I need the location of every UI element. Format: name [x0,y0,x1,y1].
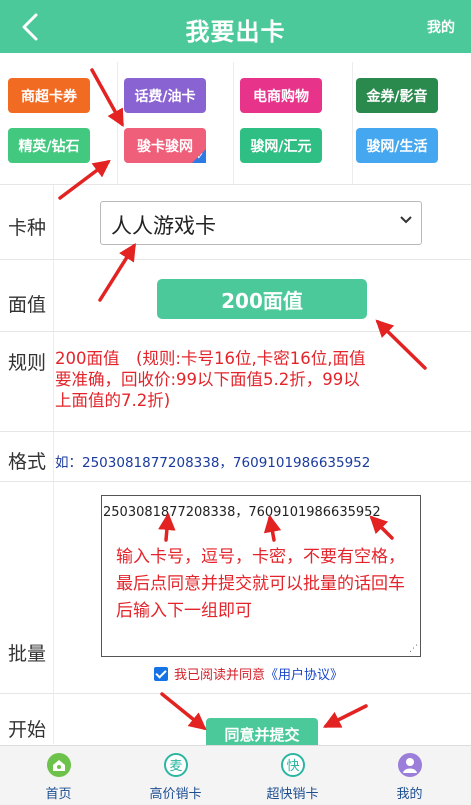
category-label: 商超卡券 [21,88,77,105]
card-type-label: 卡种 [8,217,47,239]
category-label: 骏网/汇元 [250,138,312,155]
format-example: 如：2503081877208338，7609101986635952 [55,455,371,471]
tab-fast-sell[interactable]: 快 超快销卡 [234,746,351,805]
category-label: 电商购物 [253,88,309,105]
category-button[interactable]: 骏网/汇元 [240,128,322,163]
batch-value: 2503081877208338，7609101986635952 [103,505,381,520]
start-label: 开始 [8,719,47,741]
tab-label: 高价销卡 [149,787,202,802]
tab-label: 首页 [45,787,72,802]
resize-grip-icon[interactable]: ⋰ [409,644,418,654]
bottom-nav: 首页 麦 高价销卡 快 超快销卡 我的 [0,745,471,805]
agree-text: 我已阅读并同意 [174,668,266,683]
tab-high-price[interactable]: 麦 高价销卡 [117,746,234,805]
home-icon [47,753,71,777]
category-label: 骏卡骏网 [137,138,193,155]
batch-textarea[interactable]: 2503081877208338，7609101986635952 输入卡号，逗… [101,495,421,657]
agree-checkbox[interactable] [154,666,168,681]
category-button[interactable]: 精英/钻石 [8,128,90,163]
fast-icon: 快 [281,753,305,777]
rule-text: 200面值 (规则:卡号16位,卡密16位,面值要准确，回收价:99以下面值5.… [55,349,366,410]
face-value-button[interactable]: 200面值 [157,279,367,319]
top-bar: 我要出卡 我的 [0,0,471,53]
category-button[interactable]: 商超卡券 [8,78,90,113]
category-button[interactable]: 话费/油卡 [124,78,206,113]
face-label: 面值 [8,294,47,316]
tab-label: 我的 [396,787,423,802]
category-button[interactable]: 电商购物 [240,78,322,113]
chevron-down-icon [400,216,412,224]
rule-label: 规则 [8,352,47,374]
category-label: 金券/影音 [366,88,428,105]
user-agreement-link[interactable]: 《用户协议》 [265,664,343,683]
agreement[interactable]: 我已阅读并同意 《用户协议》 [154,664,343,683]
svg-text:快: 快 [286,759,299,774]
batch-label: 批量 [8,643,47,665]
category-button[interactable]: 骏网/生活 [356,128,438,163]
page: 我要出卡 我的 商超卡券 话费/油卡 电商购物 金券/影音 精英/钻石 骏卡骏网… [0,0,471,805]
category-button[interactable]: 金券/影音 [356,78,438,113]
batch-hint: 输入卡号，逗号，卡密，不要有空格，最后点同意并提交就可以批量的话回车后输入下一组… [116,547,405,621]
category-label: 精英/钻石 [18,138,80,155]
category-label: 话费/油卡 [134,88,196,105]
svg-text:麦: 麦 [169,759,182,774]
category-button-selected[interactable]: 骏卡骏网 ✓ [124,128,206,163]
format-label: 格式 [8,451,47,473]
tab-mine[interactable]: 我的 [351,746,468,805]
category-label: 骏网/生活 [366,138,428,155]
sell-icon: 麦 [164,753,188,777]
card-type-select[interactable]: 人人游戏卡 [100,201,422,245]
category-grid: 商超卡券 话费/油卡 电商购物 金券/影音 精英/钻石 骏卡骏网 ✓ 骏网/汇元 … [0,62,471,184]
page-title: 我要出卡 [185,18,286,46]
tab-label: 超快销卡 [266,787,319,802]
card-type-value: 人人游戏卡 [111,214,216,238]
user-icon [398,753,422,777]
check-icon: ✓ [196,152,204,162]
mine-link[interactable]: 我的 [427,17,455,37]
tab-home[interactable]: 首页 [0,746,117,805]
